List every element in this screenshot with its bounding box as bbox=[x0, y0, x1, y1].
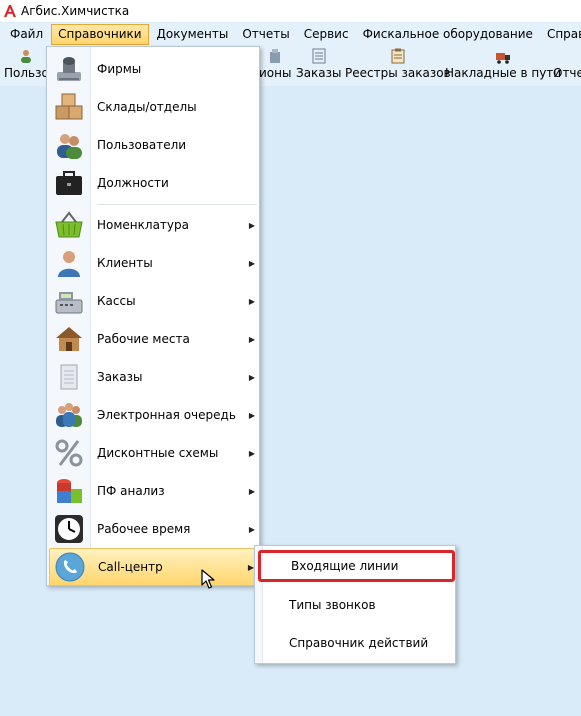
submenu-arrow-icon: ▶ bbox=[248, 448, 256, 458]
workplace-house-icon bbox=[49, 320, 89, 358]
briefcase-icon bbox=[49, 164, 89, 202]
warehouse-boxes-icon bbox=[49, 88, 89, 126]
menu-file[interactable]: Файл bbox=[4, 24, 49, 45]
firm-stamp-icon bbox=[49, 50, 89, 88]
agbis-logo-icon bbox=[3, 4, 17, 18]
toolbar-reports-button[interactable]: Отче bbox=[553, 46, 581, 86]
menu-service[interactable]: Сервис bbox=[298, 24, 355, 45]
toolbar-order-registry-button[interactable]: Реестры заказов bbox=[345, 46, 451, 86]
menu-item-call-center[interactable]: Call-центр ▶ bbox=[49, 548, 259, 586]
truck-icon bbox=[454, 46, 552, 64]
submenu-arrow-icon: ▶ bbox=[248, 334, 256, 344]
menu-fiscal-equipment[interactable]: Фискальное оборудование bbox=[357, 24, 539, 45]
menu-item-orders[interactable]: Заказы ▶ bbox=[49, 358, 259, 396]
menu-help[interactable]: Справка bbox=[541, 24, 581, 45]
regions-icon bbox=[269, 46, 281, 64]
submenu-arrow-icon: ▶ bbox=[248, 220, 256, 230]
order-paper-icon bbox=[49, 358, 89, 396]
menu-reports[interactable]: Отчеты bbox=[236, 24, 295, 45]
submenu-arrow-icon: ▶ bbox=[248, 258, 256, 268]
submenu-arrow-icon: ▶ bbox=[248, 524, 256, 534]
queue-people-icon bbox=[49, 396, 89, 434]
menu-item-cash-registers[interactable]: Кассы ▶ bbox=[49, 282, 259, 320]
analysis-cubes-icon bbox=[49, 472, 89, 510]
menu-item-working-time[interactable]: Рабочее время ▶ bbox=[49, 510, 259, 548]
menu-item-positions[interactable]: Должности bbox=[49, 164, 259, 202]
menu-item-electronic-queue[interactable]: Электронная очередь ▶ bbox=[49, 396, 259, 434]
menu-item-discount-schemes[interactable]: Дисконтные схемы ▶ bbox=[49, 434, 259, 472]
submenu-arrow-icon: ▶ bbox=[248, 486, 256, 496]
menu-separator bbox=[97, 204, 257, 205]
toolbar-waybills-button[interactable]: Накладные в пути bbox=[445, 46, 561, 86]
menu-item-nomenclature[interactable]: Номенклатура ▶ bbox=[49, 206, 259, 244]
mouse-cursor-icon bbox=[201, 569, 215, 592]
menu-item-pf-analysis[interactable]: ПФ анализ ▶ bbox=[49, 472, 259, 510]
menu-item-warehouses[interactable]: Склады/отделы bbox=[49, 88, 259, 126]
menu-item-workplaces[interactable]: Рабочие места ▶ bbox=[49, 320, 259, 358]
basket-icon bbox=[49, 206, 89, 244]
submenu-arrow-icon: ▶ bbox=[248, 296, 256, 306]
call-center-submenu: Входящие линии Типы звонков Справочник д… bbox=[254, 545, 456, 664]
submenu-item-actions-reference[interactable]: Справочник действий bbox=[257, 624, 453, 662]
submenu-item-call-types[interactable]: Типы звонков bbox=[257, 586, 453, 624]
title-bar: Агбис.Химчистка bbox=[0, 0, 581, 22]
menu-item-users[interactable]: Пользователи bbox=[49, 126, 259, 164]
clock-icon bbox=[49, 510, 89, 548]
window-title: Агбис.Химчистка bbox=[21, 4, 130, 18]
references-dropdown-menu: Фирмы Склады/отделы Пользователи Должнос… bbox=[46, 46, 260, 586]
menu-bar: Файл Справочники Документы Отчеты Сервис… bbox=[0, 23, 581, 46]
menu-item-clients[interactable]: Клиенты ▶ bbox=[49, 244, 259, 282]
orders-icon bbox=[312, 46, 326, 64]
menu-documents[interactable]: Документы bbox=[151, 24, 235, 45]
submenu-arrow-icon: ▶ bbox=[248, 410, 256, 420]
submenu-arrow-icon: ▶ bbox=[248, 372, 256, 382]
phone-icon bbox=[50, 548, 90, 586]
client-icon bbox=[49, 244, 89, 282]
order-registry-icon bbox=[353, 46, 443, 64]
users-icon bbox=[18, 46, 34, 64]
toolbar-orders-button[interactable]: Заказы bbox=[296, 46, 342, 86]
cash-register-icon bbox=[49, 282, 89, 320]
toolbar-users-button[interactable]: Пользо bbox=[4, 46, 49, 86]
submenu-item-incoming-lines[interactable]: Входящие линии bbox=[258, 550, 455, 582]
menu-item-firms[interactable]: Фирмы bbox=[49, 50, 259, 88]
toolbar-regions-button[interactable]: ионы bbox=[259, 46, 291, 86]
users-icon bbox=[49, 126, 89, 164]
percent-icon bbox=[49, 434, 89, 472]
menu-references[interactable]: Справочники bbox=[51, 24, 149, 45]
